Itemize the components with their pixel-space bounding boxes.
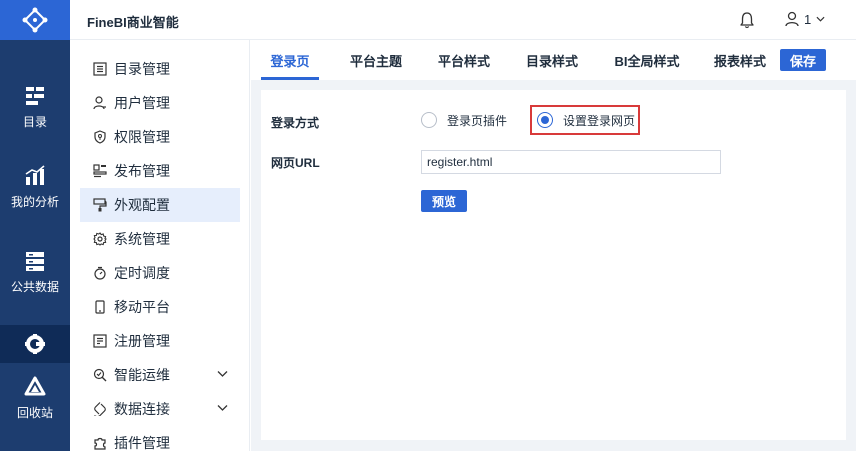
tab-platform-style[interactable]: 平台样式 (434, 40, 494, 80)
ops-icon (93, 368, 107, 382)
rail-item-my-analysis[interactable]: 我的分析 (0, 147, 70, 227)
timer-icon (94, 266, 106, 280)
menu-item-label: 数据连接 (114, 401, 170, 417)
user-menu[interactable]: 1 (785, 11, 825, 27)
left-rail: 目录 我的分析 公共数据 回收站 (0, 0, 70, 451)
user-icon (785, 11, 799, 27)
logo-icon (22, 7, 48, 33)
menu-item-label: 移动平台 (114, 299, 170, 315)
chevron-down-icon[interactable] (217, 404, 228, 412)
paint-icon (93, 198, 107, 212)
menu-item-appearance-config[interactable]: 外观配置 (80, 188, 240, 222)
menu-item-catalog-management[interactable]: 目录管理 (80, 52, 240, 86)
database-icon (26, 252, 44, 271)
save-button[interactable]: 保存 (780, 49, 826, 71)
shield-icon (94, 130, 106, 144)
tab-report-style[interactable]: 报表样式 (710, 40, 770, 80)
radio-custom-login-page[interactable]: 设置登录网页 (537, 110, 635, 130)
chevron-down-icon (816, 16, 825, 22)
menu-item-scheduled-tasks[interactable]: 定时调度 (80, 256, 240, 290)
menu-item-label: 外观配置 (114, 197, 170, 213)
url-input[interactable] (421, 150, 721, 174)
menu-item-publish-management[interactable]: 发布管理 (80, 154, 240, 188)
rail-item-label: 我的分析 (10, 195, 59, 209)
menu-item-label: 定时调度 (114, 265, 170, 281)
chart-icon (25, 165, 45, 185)
tab-bi-global-style[interactable]: BI全局样式 (609, 40, 685, 80)
rail-item-label: 目录 (22, 115, 47, 129)
list-icon (93, 62, 107, 76)
menu-item-label: 权限管理 (114, 129, 170, 145)
plugin-icon (94, 437, 106, 450)
chevron-down-icon[interactable] (217, 370, 228, 378)
mobile-icon (95, 300, 105, 314)
rail-item-management[interactable] (0, 325, 70, 363)
main-content: 登录页 平台主题 平台样式 目录样式 BI全局样式 报表样式 保存 登录方式 登… (251, 40, 856, 451)
user-name: 1 (804, 11, 812, 27)
login-method-label: 登录方式 (271, 116, 320, 130)
link-icon (94, 402, 106, 416)
menu-item-user-management[interactable]: 用户管理 (80, 86, 240, 120)
rail-item-label: 回收站 (16, 406, 53, 420)
menu-item-mobile-platform[interactable]: 移动平台 (80, 290, 240, 324)
radio-label: 登录页插件 (447, 113, 508, 128)
recycle-icon (24, 376, 46, 396)
publish-icon (93, 164, 107, 178)
radio-label: 设置登录网页 (563, 113, 636, 128)
config-tabs: 登录页 平台主题 平台样式 目录样式 BI全局样式 报表样式 保存 (251, 40, 856, 80)
app-title: FineBI商业智能 (87, 15, 179, 30)
management-menu: 目录管理 用户管理 权限管理 发布管理 外观配置 系统管理 定时调度 移动平台 … (70, 40, 250, 451)
rail-item-catalog[interactable]: 目录 (0, 67, 70, 147)
menu-item-label: 系统管理 (114, 231, 170, 247)
preview-button[interactable]: 预览 (421, 190, 467, 212)
tab-catalog-style[interactable]: 目录样式 (522, 40, 582, 80)
bell-icon[interactable] (739, 11, 755, 29)
user-icon (93, 96, 106, 110)
menu-item-system-management[interactable]: 系统管理 (80, 222, 240, 256)
app-logo[interactable] (0, 0, 70, 40)
radio-circle[interactable] (421, 112, 437, 128)
menu-item-label: 目录管理 (114, 61, 170, 77)
register-icon (93, 334, 107, 348)
url-label: 网页URL (271, 156, 320, 170)
tab-platform-theme[interactable]: 平台主题 (346, 40, 406, 80)
rail-item-recycle[interactable]: 回收站 (0, 363, 70, 433)
menu-item-registration-management[interactable]: 注册管理 (80, 324, 240, 358)
menu-item-label: 注册管理 (114, 333, 170, 349)
gear-icon (93, 232, 107, 246)
settings-icon (25, 334, 45, 354)
menu-item-label: 插件管理 (114, 435, 170, 451)
rail-item-public-data[interactable]: 公共数据 (0, 232, 70, 312)
menu-item-plugin-management[interactable]: 插件管理 (80, 426, 240, 451)
menu-item-permission-management[interactable]: 权限管理 (80, 120, 240, 154)
login-settings-panel: 登录方式 登录页插件 设置登录网页 网页URL 预览 (261, 90, 846, 440)
top-header: FineBI商业智能 1 (70, 0, 856, 40)
menu-item-label: 智能运维 (114, 367, 170, 383)
menu-item-label: 用户管理 (114, 95, 170, 111)
radio-login-plugin[interactable]: 登录页插件 (421, 110, 507, 130)
rail-item-label: 公共数据 (10, 280, 59, 294)
radio-circle[interactable] (537, 112, 553, 128)
menu-item-label: 发布管理 (114, 163, 170, 179)
tab-login-page[interactable]: 登录页 (261, 40, 319, 80)
catalog-icon (26, 87, 44, 105)
menu-item-smart-ops[interactable]: 智能运维 (80, 358, 240, 392)
menu-item-data-connection[interactable]: 数据连接 (80, 392, 240, 426)
